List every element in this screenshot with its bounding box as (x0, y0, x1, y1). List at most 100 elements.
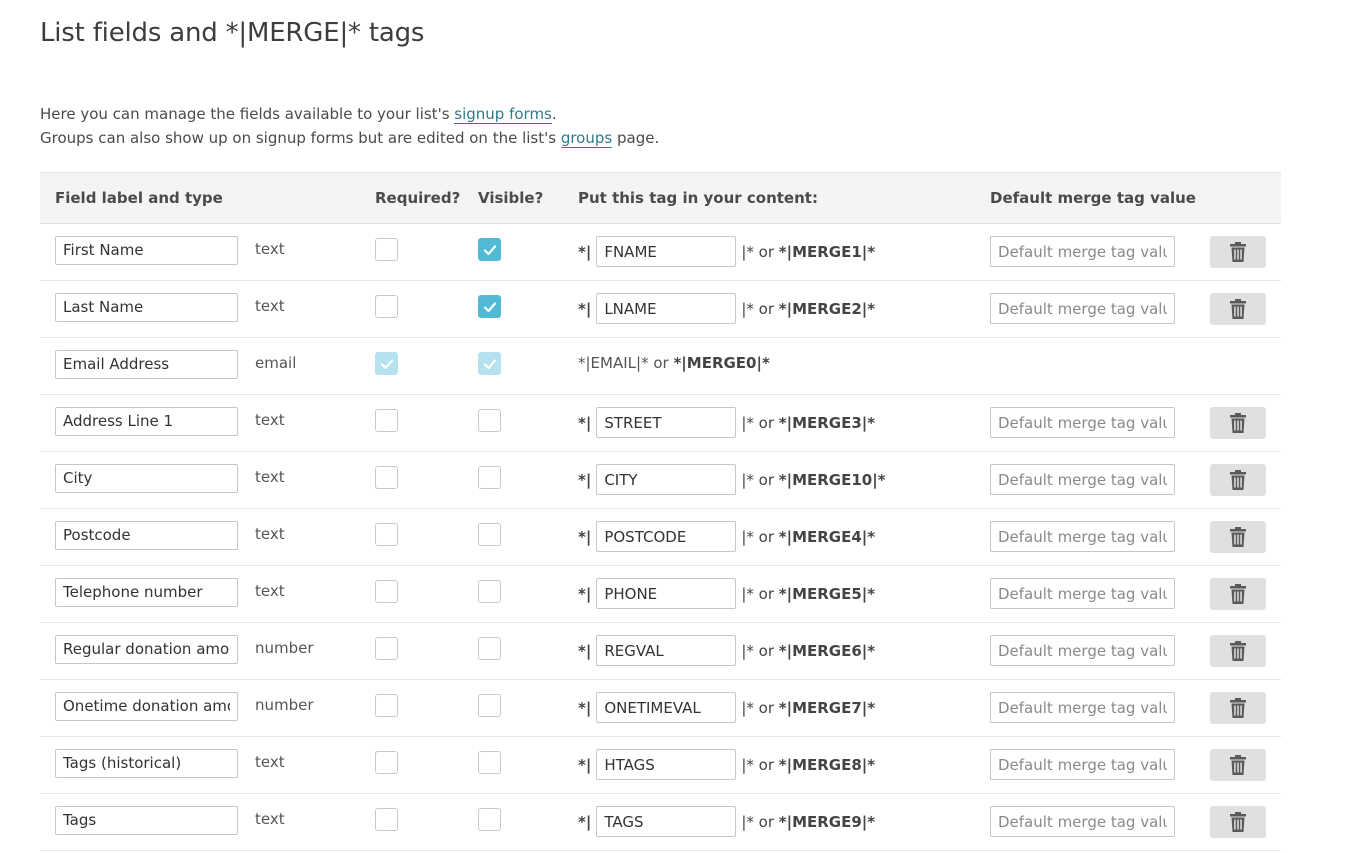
required-checkbox[interactable] (375, 637, 398, 660)
merge-tag-input[interactable] (596, 236, 737, 267)
field-label-input[interactable] (55, 749, 238, 778)
trash-icon (1230, 413, 1246, 433)
field-label-input[interactable] (55, 293, 238, 322)
required-checkbox[interactable] (375, 409, 398, 432)
merge-tag-input[interactable] (596, 578, 737, 609)
visible-checkbox[interactable] (478, 694, 501, 717)
merge-tag-input[interactable] (596, 749, 737, 780)
tag-suffix: |* or (741, 755, 779, 774)
merge-tag-input[interactable] (596, 293, 737, 324)
table-row: text *| |* or *|MERGE2|* (40, 281, 1281, 338)
visible-checkbox[interactable] (478, 523, 501, 546)
merge-tag-group: *| |* or *|MERGE4|* (578, 521, 875, 552)
trash-icon (1230, 584, 1246, 604)
default-value-input[interactable] (990, 464, 1175, 495)
default-value-input[interactable] (990, 236, 1175, 267)
tag-suffix-group: |* or *|MERGE10|* (741, 471, 885, 489)
default-value-input[interactable] (990, 806, 1175, 837)
table-row: text *| |* or *|MERGE3|* (40, 395, 1281, 452)
signup-forms-link[interactable]: signup forms (454, 105, 552, 124)
default-value-input[interactable] (990, 692, 1175, 723)
merge-tag-input[interactable] (596, 692, 737, 723)
default-value-input[interactable] (990, 407, 1175, 438)
tag-suffix: |* or (741, 698, 779, 717)
field-label-input[interactable] (55, 464, 238, 493)
field-label-input[interactable] (55, 806, 238, 835)
delete-field-button[interactable] (1210, 293, 1266, 325)
visible-checkbox[interactable] (478, 751, 501, 774)
delete-field-button[interactable] (1210, 635, 1266, 667)
tag-suffix: |* or (741, 641, 779, 660)
delete-field-button[interactable] (1210, 464, 1266, 496)
table-row: email *|EMAIL|* or *|MERGE0|* (40, 338, 1281, 395)
table-row: text *| |* or *|MERGE5|* (40, 566, 1281, 623)
default-value-input[interactable] (990, 635, 1175, 666)
trash-icon (1230, 470, 1246, 490)
field-label-input[interactable] (55, 692, 238, 721)
required-checkbox[interactable] (375, 295, 398, 318)
delete-field-button[interactable] (1210, 749, 1266, 781)
tag-suffix-group: |* or *|MERGE3|* (741, 414, 875, 432)
merge-tag-input[interactable] (596, 635, 737, 666)
field-type: text (255, 810, 285, 828)
visible-checkbox[interactable] (478, 637, 501, 660)
merge-number-tag: *|MERGE8|* (778, 755, 876, 774)
visible-checkbox (478, 352, 501, 375)
field-label-input[interactable] (55, 635, 238, 664)
merge-tag-group: *| |* or *|MERGE2|* (578, 293, 875, 324)
merge-tag-input[interactable] (596, 407, 737, 438)
tag-prefix: *| (578, 641, 592, 660)
delete-field-button[interactable] (1210, 407, 1266, 439)
tag-suffix-group: |* or *|MERGE7|* (741, 699, 875, 717)
default-value-input[interactable] (990, 521, 1175, 552)
fields-table: Field label and type Required? Visible? … (40, 172, 1281, 851)
required-checkbox[interactable] (375, 751, 398, 774)
visible-checkbox[interactable] (478, 295, 501, 318)
page-title: List fields and *|MERGE|* tags (40, 18, 425, 48)
email-tag-text: *|EMAIL|* or (578, 354, 674, 372)
header-field-label: Field label and type (55, 189, 223, 207)
visible-checkbox[interactable] (478, 580, 501, 603)
merge-number-tag: *|MERGE10|* (778, 470, 886, 489)
required-checkbox[interactable] (375, 808, 398, 831)
merge-tag-input[interactable] (596, 521, 737, 552)
field-label-input[interactable] (55, 521, 238, 550)
required-checkbox[interactable] (375, 694, 398, 717)
tag-suffix-group: |* or *|MERGE2|* (741, 300, 875, 318)
delete-field-button[interactable] (1210, 578, 1266, 610)
required-checkbox[interactable] (375, 238, 398, 261)
visible-checkbox[interactable] (478, 808, 501, 831)
intro-line-2-end: page. (612, 129, 660, 147)
delete-field-button[interactable] (1210, 521, 1266, 553)
trash-icon (1230, 812, 1246, 832)
merge-tag-group: *| |* or *|MERGE6|* (578, 635, 875, 666)
tag-suffix: |* or (741, 584, 779, 603)
tag-suffix: |* or (741, 812, 779, 831)
default-value-input[interactable] (990, 578, 1175, 609)
field-label-input[interactable] (55, 350, 238, 379)
required-checkbox[interactable] (375, 580, 398, 603)
merge-tag-input[interactable] (596, 806, 737, 837)
field-label-input[interactable] (55, 407, 238, 436)
tag-prefix: *| (578, 755, 592, 774)
delete-field-button[interactable] (1210, 692, 1266, 724)
delete-field-button[interactable] (1210, 236, 1266, 268)
default-value-input[interactable] (990, 293, 1175, 324)
merge-number-tag: *|MERGE1|* (778, 242, 876, 261)
delete-field-button[interactable] (1210, 806, 1266, 838)
tag-prefix: *| (578, 698, 592, 717)
check-icon (380, 358, 393, 369)
visible-checkbox[interactable] (478, 409, 501, 432)
groups-link[interactable]: groups (560, 129, 613, 148)
visible-checkbox[interactable] (478, 238, 501, 261)
tag-prefix: *| (578, 470, 592, 489)
field-label-input[interactable] (55, 578, 238, 607)
trash-icon (1230, 698, 1246, 718)
tag-suffix-group: |* or *|MERGE9|* (741, 813, 875, 831)
merge-tag-input[interactable] (596, 464, 737, 495)
required-checkbox[interactable] (375, 523, 398, 546)
visible-checkbox[interactable] (478, 466, 501, 489)
required-checkbox[interactable] (375, 466, 398, 489)
default-value-input[interactable] (990, 749, 1175, 780)
field-label-input[interactable] (55, 236, 238, 265)
